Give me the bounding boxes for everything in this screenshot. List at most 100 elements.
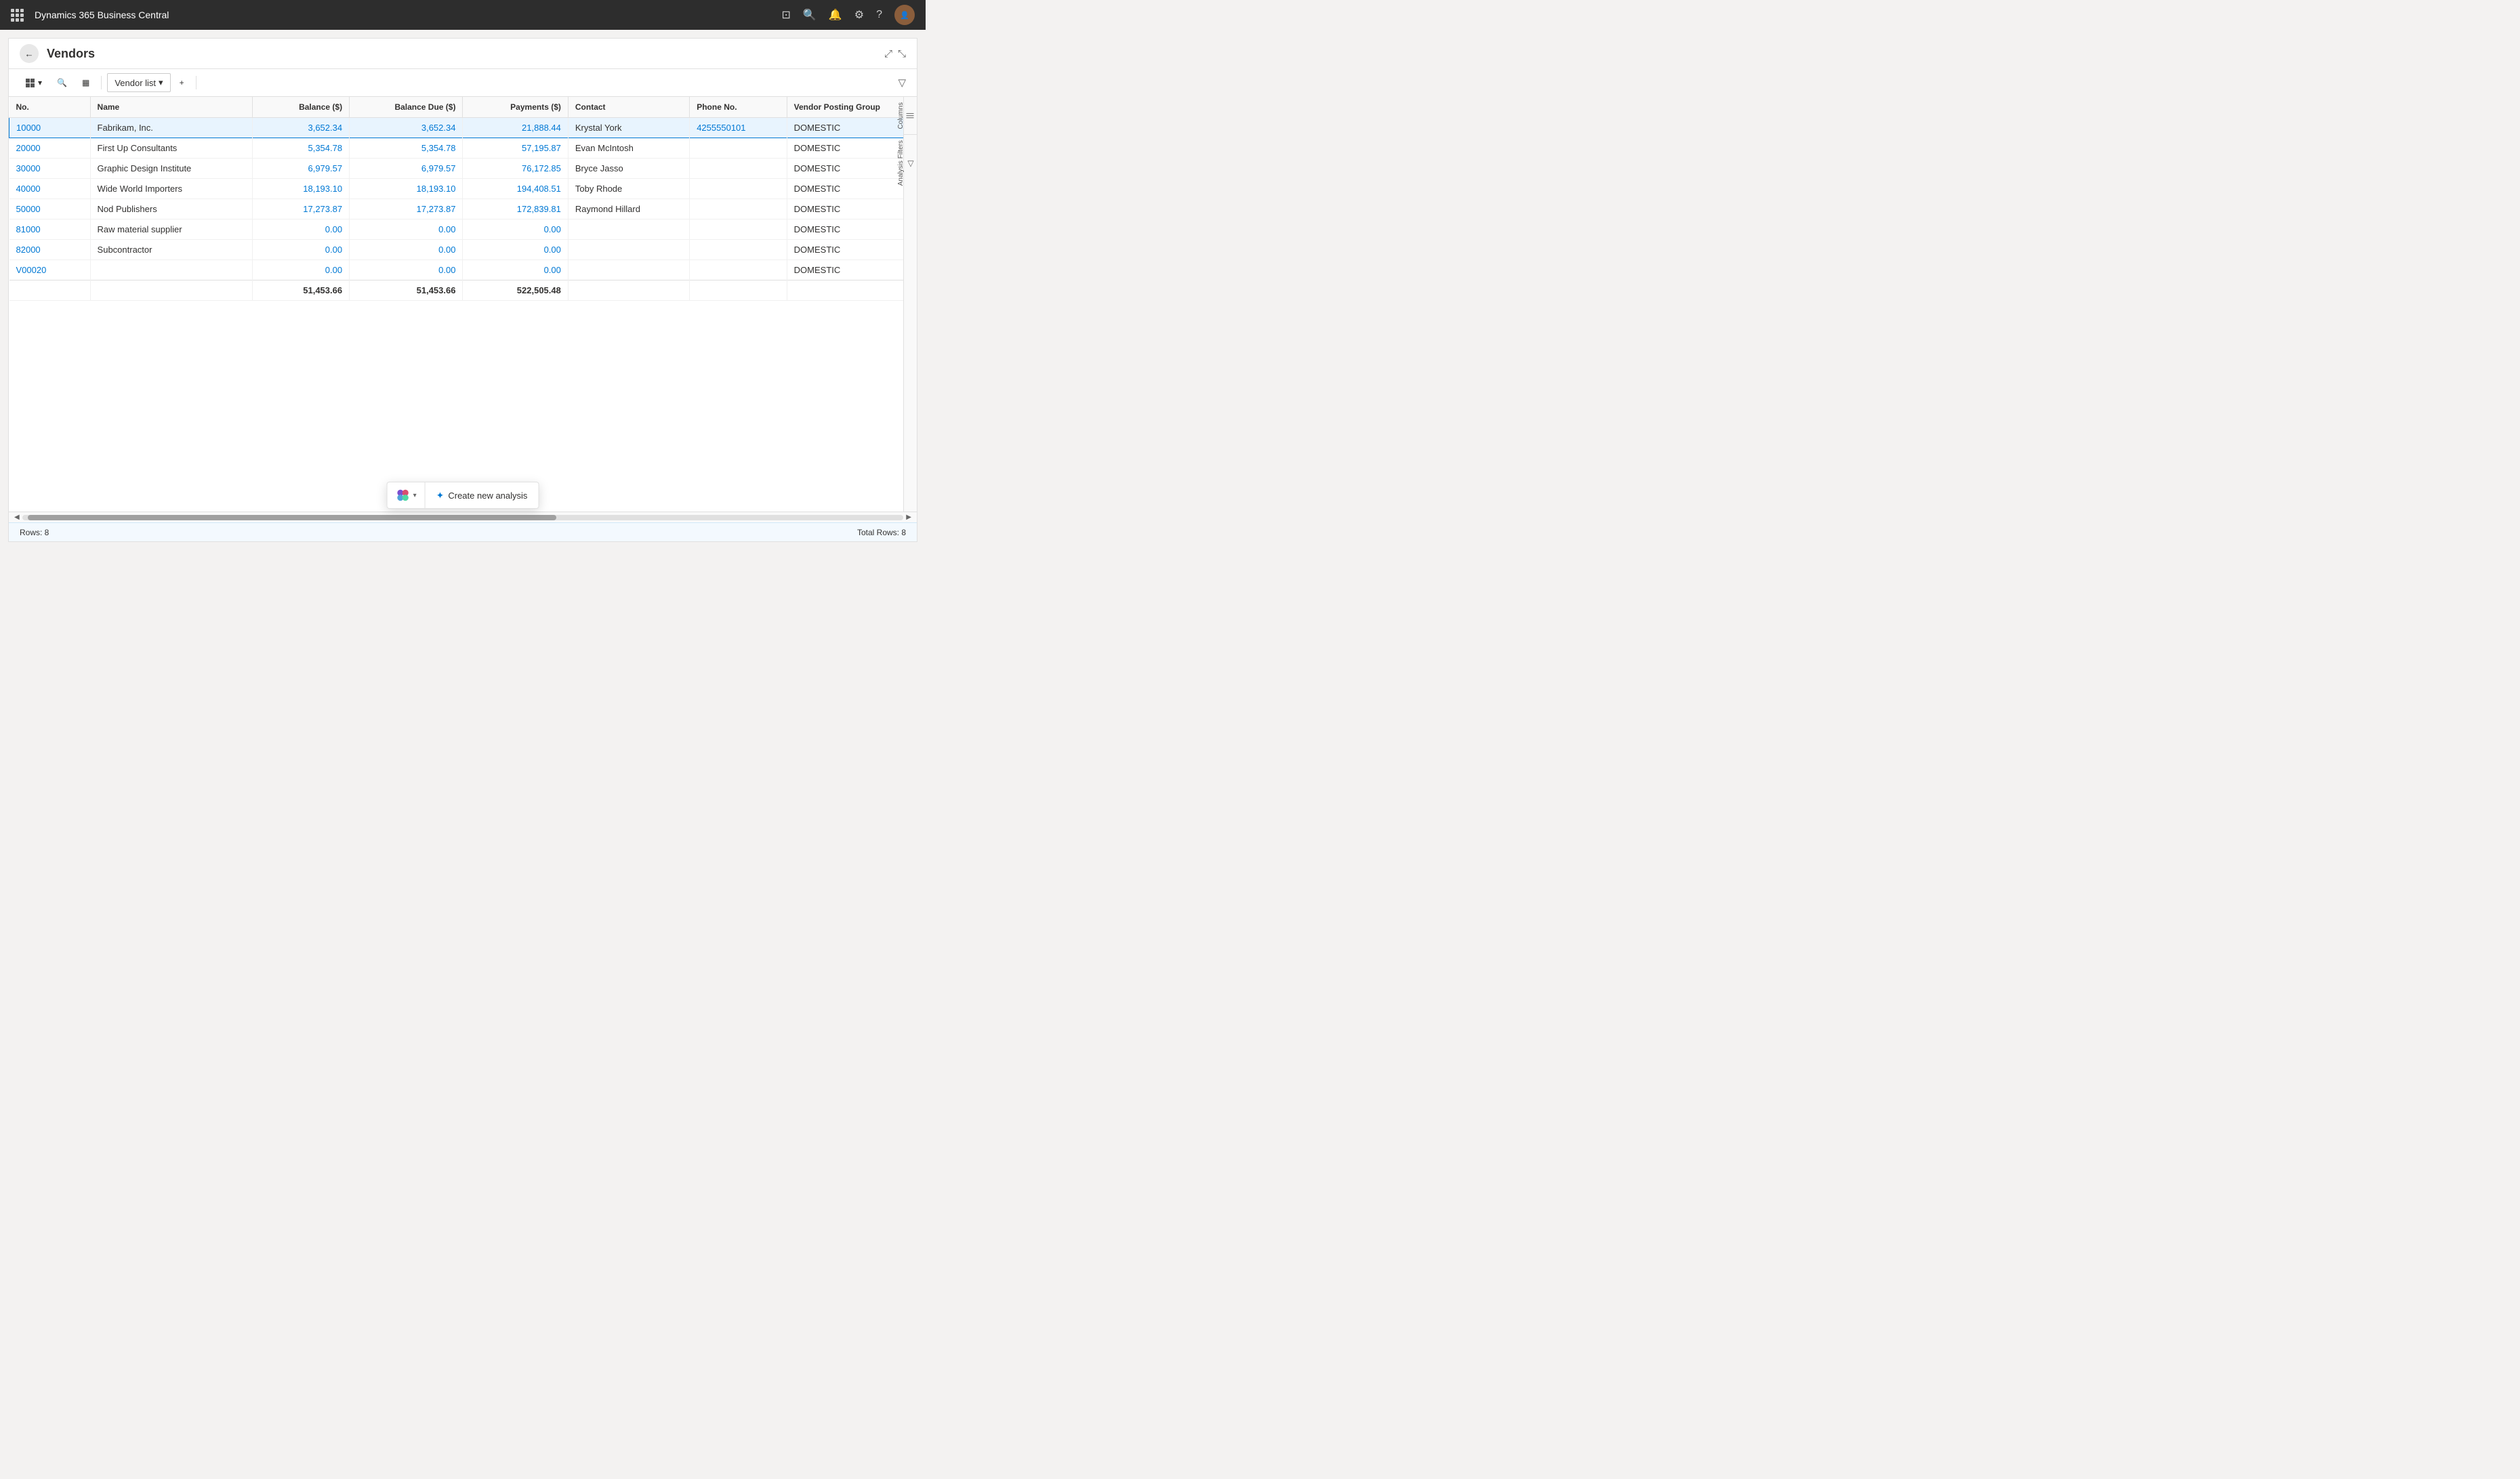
floating-action-bar: ▾ ✦ Create new analysis: [387, 482, 539, 509]
col-header-balance: Balance ($): [252, 97, 349, 118]
main-wrapper: ← Vendors ⤢ ⤡ ▾ 🔍 ▦: [0, 30, 926, 542]
cell-no[interactable]: 10000: [9, 118, 91, 138]
cell-no[interactable]: 20000: [9, 138, 91, 159]
table-row[interactable]: 40000 Wide World Importers 18,193.10 18,…: [9, 179, 917, 199]
columns-icon: |||: [906, 112, 915, 119]
screen-share-icon[interactable]: ⊡: [782, 8, 791, 22]
total-cell-name: [90, 280, 252, 301]
add-button[interactable]: +: [173, 73, 190, 92]
table-row[interactable]: 20000 First Up Consultants 5,354.78 5,35…: [9, 138, 917, 159]
cell-balance-due: 0.00: [350, 260, 463, 280]
help-icon[interactable]: ?: [876, 9, 882, 21]
table-header-row: No. Name Balance ($) Balance Due ($) Pay…: [9, 97, 917, 118]
cell-balance: 0.00: [252, 220, 349, 240]
columns-label: Columns: [897, 102, 905, 129]
col-header-payments: Payments ($): [463, 97, 568, 118]
cell-payments: 76,172.85: [463, 159, 568, 179]
cell-phone: [690, 179, 787, 199]
cell-payments: 172,839.81: [463, 199, 568, 220]
cell-balance-due: 3,652.34: [350, 118, 463, 138]
grid-view-button[interactable]: ▦: [76, 73, 96, 92]
back-button[interactable]: ←: [20, 44, 39, 63]
collapse-icon[interactable]: ⤡: [898, 48, 906, 60]
cell-name: Fabrikam, Inc.: [90, 118, 252, 138]
cell-payments: 0.00: [463, 260, 568, 280]
cell-contact: Bryce Jasso: [568, 159, 689, 179]
col-header-no: No.: [9, 97, 91, 118]
scrollbar-track[interactable]: [22, 515, 904, 520]
scrollbar-thumb[interactable]: [28, 515, 556, 520]
filter-icon[interactable]: ▽: [898, 77, 906, 89]
total-cell-vendor-group: [787, 280, 916, 301]
cell-balance: 5,354.78: [252, 138, 349, 159]
columns-panel-toggle[interactable]: ||| Columns: [904, 97, 917, 135]
cell-vendor-group: DOMESTIC: [787, 199, 916, 220]
app-title: Dynamics 365 Business Central: [35, 9, 771, 20]
table-row[interactable]: 30000 Graphic Design Institute 6,979.57 …: [9, 159, 917, 179]
layout-dropdown-icon: ▾: [38, 78, 42, 87]
cell-contact: Evan McIntosh: [568, 138, 689, 159]
cell-contact: Krystal York: [568, 118, 689, 138]
cell-no[interactable]: 82000: [9, 240, 91, 260]
cell-phone[interactable]: 4255550101: [690, 118, 787, 138]
cell-name: [90, 260, 252, 280]
horizontal-scrollbar[interactable]: ◀ ▶: [9, 512, 917, 522]
scroll-left-arrow[interactable]: ◀: [12, 514, 22, 521]
copilot-button[interactable]: ▾: [388, 482, 426, 508]
total-cell-contact: [568, 280, 689, 301]
scroll-right-arrow[interactable]: ▶: [903, 514, 914, 521]
rows-count: Rows: 8: [20, 528, 49, 537]
table-row[interactable]: 50000 Nod Publishers 17,273.87 17,273.87…: [9, 199, 917, 220]
cell-no[interactable]: 50000: [9, 199, 91, 220]
cell-balance: 18,193.10: [252, 179, 349, 199]
page-container: ← Vendors ⤢ ⤡ ▾ 🔍 ▦: [8, 38, 917, 542]
layout-button[interactable]: ▾: [20, 73, 48, 92]
filters-panel-toggle[interactable]: ▽ Analysis Filters: [904, 135, 917, 191]
cell-balance-due: 5,354.78: [350, 138, 463, 159]
cell-name: Nod Publishers: [90, 199, 252, 220]
cell-balance-due: 0.00: [350, 220, 463, 240]
total-cell-phone: [690, 280, 787, 301]
cell-contact: [568, 220, 689, 240]
table-row[interactable]: 10000 Fabrikam, Inc. 3,652.34 3,652.34 2…: [9, 118, 917, 138]
page-header: ← Vendors ⤢ ⤡: [9, 39, 917, 69]
cell-name: Raw material supplier: [90, 220, 252, 240]
cell-contact: Toby Rhode: [568, 179, 689, 199]
cell-no[interactable]: 81000: [9, 220, 91, 240]
total-rows-count: Total Rows: 8: [857, 528, 906, 537]
table-row[interactable]: 82000 Subcontractor 0.00 0.00 0.00 DOMES…: [9, 240, 917, 260]
col-header-name: Name: [90, 97, 252, 118]
settings-icon[interactable]: ⚙: [854, 8, 864, 22]
table-body: 10000 Fabrikam, Inc. 3,652.34 3,652.34 2…: [9, 118, 917, 301]
avatar[interactable]: 👤: [894, 5, 915, 25]
notifications-icon[interactable]: 🔔: [829, 8, 842, 22]
cell-balance-due: 18,193.10: [350, 179, 463, 199]
cell-payments: 0.00: [463, 220, 568, 240]
cell-no[interactable]: V00020: [9, 260, 91, 280]
table-row[interactable]: 81000 Raw material supplier 0.00 0.00 0.…: [9, 220, 917, 240]
filters-icon: ▽: [906, 159, 915, 168]
col-header-contact: Contact: [568, 97, 689, 118]
search-icon[interactable]: 🔍: [803, 8, 817, 22]
back-icon: ←: [24, 49, 33, 59]
total-cell-no: [9, 280, 91, 301]
cell-contact: [568, 240, 689, 260]
search-button[interactable]: 🔍: [51, 73, 73, 92]
cell-balance: 3,652.34: [252, 118, 349, 138]
table-container[interactable]: No. Name Balance ($) Balance Due ($) Pay…: [9, 97, 917, 512]
toolbar: ▾ 🔍 ▦ Vendor list ▾ + ▽: [9, 69, 917, 97]
create-analysis-button[interactable]: ✦ Create new analysis: [426, 482, 539, 508]
cell-balance-due: 6,979.57: [350, 159, 463, 179]
expand-icon[interactable]: ⤢: [884, 48, 892, 60]
cell-no[interactable]: 40000: [9, 179, 91, 199]
add-icon: +: [180, 78, 184, 87]
cell-no[interactable]: 30000: [9, 159, 91, 179]
status-bar: Rows: 8 Total Rows: 8: [9, 522, 917, 541]
waffle-icon[interactable]: [11, 9, 24, 22]
total-cell-balance: 51,453.66: [252, 280, 349, 301]
cell-phone: [690, 220, 787, 240]
vendor-list-button[interactable]: Vendor list ▾: [107, 73, 170, 92]
filters-label: Analysis Filters: [897, 140, 905, 186]
cell-vendor-group: DOMESTIC: [787, 260, 916, 280]
table-row[interactable]: V00020 0.00 0.00 0.00 DOMESTIC: [9, 260, 917, 280]
